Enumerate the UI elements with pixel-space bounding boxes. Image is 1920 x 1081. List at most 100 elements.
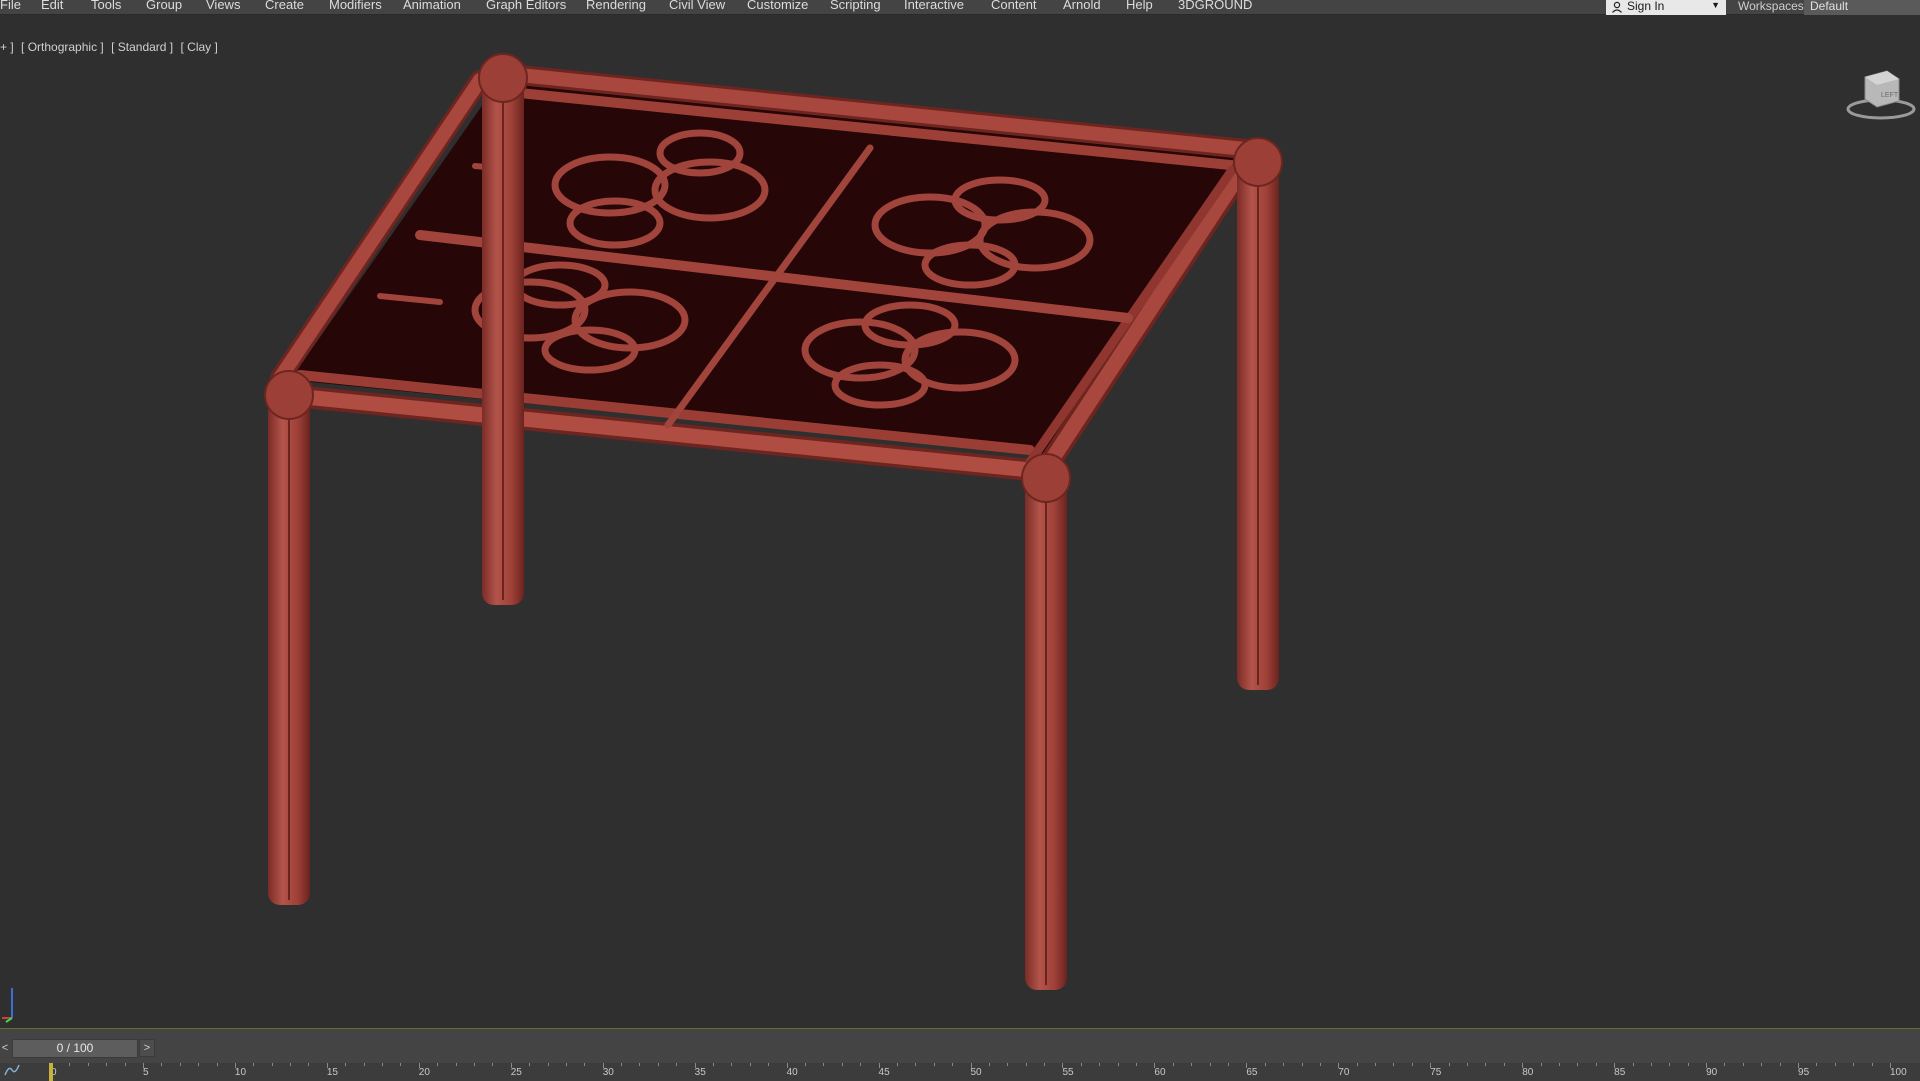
ruler-tick-mark (823, 1063, 825, 1066)
ruler-tick-mark (308, 1063, 310, 1066)
ruler-tick-mark (510, 1063, 512, 1068)
menu-file[interactable]: File (0, 0, 21, 11)
viewport-style[interactable]: [ Clay ] (180, 40, 217, 54)
ruler-tick-mark (621, 1063, 623, 1066)
ruler-tick-mark (473, 1063, 475, 1066)
ruler-tick-label: 75 (1430, 1067, 1442, 1078)
ruler-tick-mark (602, 1063, 604, 1068)
menu-civil-view[interactable]: Civil View (669, 0, 725, 11)
axis-tripod-icon (2, 988, 13, 1023)
viewcube-icon[interactable]: LEFT (1843, 67, 1918, 122)
workspaces-dropdown[interactable]: Default (1804, 0, 1920, 15)
ruler-tick-mark (1503, 1063, 1505, 1066)
menu-group[interactable]: Group (146, 0, 182, 11)
ruler-tick-mark (1172, 1063, 1174, 1066)
menu-edit[interactable]: Edit (41, 0, 63, 11)
menu-rendering[interactable]: Rendering (586, 0, 646, 11)
ruler-tick-label: 25 (510, 1067, 522, 1078)
ruler-tick-mark (69, 1063, 71, 1066)
ruler-tick-mark (1522, 1063, 1524, 1068)
curve-editor-icon[interactable] (4, 1063, 20, 1077)
viewport-menu[interactable]: + ] (0, 40, 14, 54)
ruler-tick-mark (1154, 1063, 1156, 1068)
ruler-tick-mark (529, 1063, 531, 1066)
ruler-tick-mark (1558, 1063, 1560, 1066)
ruler-tick-mark (915, 1063, 917, 1066)
ruler-tick-mark (87, 1063, 89, 1066)
menu-bar: File Edit Tools Group Views Create Modifiers An… (0, 0, 1920, 15)
ruler-tick-mark (253, 1063, 255, 1066)
ruler-tick-mark (1283, 1063, 1285, 1066)
ruler-tick-mark (896, 1063, 898, 1066)
ruler-tick-mark (1246, 1063, 1248, 1068)
time-next-button[interactable]: > (139, 1039, 155, 1057)
menu-tools[interactable]: Tools (91, 0, 121, 11)
user-icon (1612, 1, 1622, 13)
ruler-tick-mark (860, 1063, 862, 1066)
menu-views[interactable]: Views (206, 0, 240, 11)
ruler-tick-label: 10 (234, 1067, 247, 1078)
ruler-tick-label: 40 (786, 1067, 798, 1078)
ruler-tick-mark (1540, 1063, 1542, 1066)
viewport-label[interactable]: + ] [ Orthographic ] [ Standard ] [ Clay… (0, 40, 222, 54)
ruler-tick-label: 95 (1798, 1067, 1810, 1078)
ruler-tick-mark (1099, 1063, 1101, 1066)
ruler-tick-mark (1338, 1063, 1340, 1068)
ruler-tick-mark (1632, 1063, 1634, 1066)
ruler-tick-mark (1301, 1063, 1303, 1066)
ruler-tick-label: 35 (694, 1067, 706, 1078)
ruler-tick-label: 90 (1706, 1067, 1718, 1078)
menu-scripting[interactable]: Scripting (830, 0, 881, 11)
menu-help[interactable]: Help (1126, 0, 1153, 11)
ruler-tick-mark (1117, 1063, 1119, 1066)
ruler-tick-mark (1779, 1063, 1781, 1066)
ruler-tick-mark (952, 1063, 954, 1066)
ruler-tick-mark (970, 1063, 972, 1068)
ruler-tick-label: 55 (1062, 1067, 1074, 1078)
sign-in-dropdown[interactable]: Sign In ▼ (1606, 0, 1726, 15)
ruler-tick-mark (161, 1063, 163, 1066)
time-slider-thumb[interactable]: 0 / 100 (12, 1039, 138, 1058)
current-frame-marker[interactable] (49, 1063, 53, 1081)
ruler-tick-mark (749, 1063, 751, 1066)
time-slider[interactable]: < 0 / 100 > (0, 1039, 155, 1058)
ruler-tick-mark (1319, 1063, 1321, 1066)
time-prev-button[interactable]: < (0, 1039, 10, 1057)
ruler-tick-mark (694, 1063, 696, 1068)
ruler-tick-label: 65 (1246, 1067, 1258, 1078)
menu-3dground[interactable]: 3DGROUND (1178, 0, 1252, 11)
menu-animation[interactable]: Animation (403, 0, 461, 11)
ruler-tick-mark (1890, 1063, 1891, 1068)
viewport-shading[interactable]: [ Standard ] (111, 40, 173, 54)
ruler-tick-label: 20 (418, 1067, 430, 1078)
ruler-tick-mark (565, 1063, 567, 1066)
viewport-view-mode[interactable]: [ Orthographic ] (21, 40, 104, 54)
chevron-down-icon: ▼ (1711, 0, 1720, 10)
menu-create[interactable]: Create (265, 0, 304, 11)
menu-content[interactable]: Content (991, 0, 1037, 11)
menu-customize[interactable]: Customize (747, 0, 808, 11)
ruler-tick-mark (1062, 1063, 1064, 1068)
timeline-ruler[interactable]: 0 5 10 15 20 25 30 35 40 45 50 55 60 65 70 75 80 85 90 95 10… (0, 1063, 1920, 1081)
ruler-tick-mark (400, 1063, 402, 1066)
ruler-tick-mark (142, 1063, 144, 1068)
ruler-tick-label: 70 (1338, 1067, 1350, 1078)
menu-modifiers[interactable]: Modifiers (329, 0, 382, 11)
ruler-tick-mark (326, 1063, 328, 1068)
menu-arnold[interactable]: Arnold (1063, 0, 1101, 11)
menu-interactive[interactable]: Interactive (904, 0, 964, 11)
ruler-tick-label: 85 (1614, 1067, 1626, 1078)
ruler-tick-mark (804, 1063, 806, 1066)
ruler-tick-mark (1025, 1063, 1027, 1066)
ruler-tick-mark (1375, 1063, 1377, 1066)
ruler-tick-mark (455, 1063, 457, 1066)
ruler-tick-mark (786, 1063, 788, 1068)
ruler-tick-mark (271, 1063, 273, 1066)
ruler-tick-mark (1595, 1063, 1597, 1066)
ruler-tick-mark (418, 1063, 420, 1068)
menu-graph-editors[interactable]: Graph Editors (486, 0, 566, 11)
ruler-tick-mark (1577, 1063, 1579, 1066)
ruler-tick-label: 15 (326, 1067, 338, 1078)
viewport[interactable]: + ] [ Orthographic ] [ Standard ] [ Clay… (0, 15, 1920, 1028)
ruler-tick-mark (1136, 1063, 1137, 1066)
